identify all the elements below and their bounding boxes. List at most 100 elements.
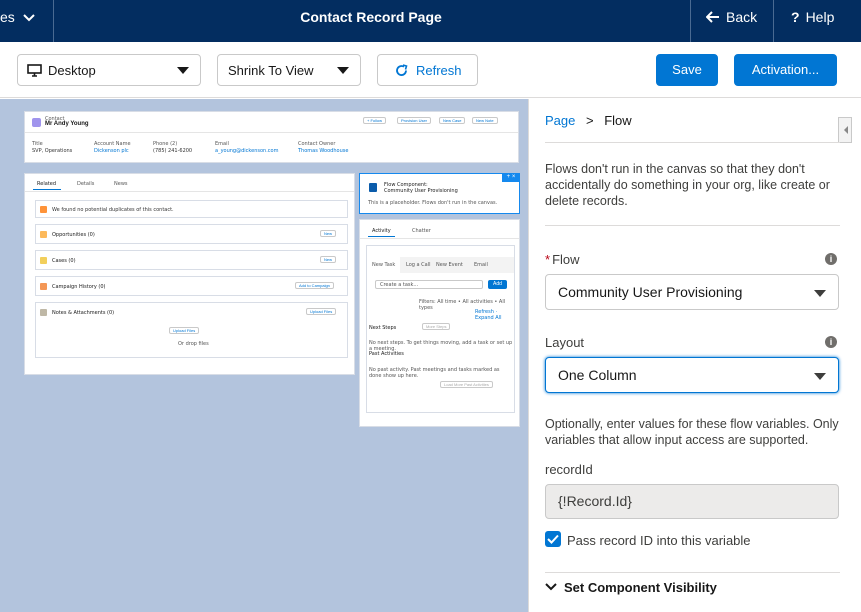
related-list-campaign-history[interactable]: Campaign History (0) Add to Campaign xyxy=(35,276,348,296)
next-steps-heading: Next Steps xyxy=(369,325,397,331)
component-actions-icon[interactable]: + × xyxy=(502,173,520,182)
more-steps-button[interactable]: More Steps xyxy=(422,323,451,330)
field-owner-value[interactable]: Thomas Woodhouse xyxy=(298,148,348,154)
related-list-title: Opportunities (0) xyxy=(52,232,95,238)
tab-news[interactable]: News xyxy=(114,181,128,187)
activation-button[interactable]: Activation... xyxy=(734,54,837,86)
duplicates-card: We found no potential duplicates of this… xyxy=(35,200,348,218)
question-icon: ? xyxy=(791,9,800,25)
chevron-left-icon xyxy=(844,126,848,134)
new-button[interactable]: New xyxy=(320,256,337,263)
add-to-campaign-button[interactable]: Add to Campaign xyxy=(295,282,334,289)
record-id-input[interactable]: {!Record.Id} xyxy=(545,484,839,519)
zoom-select-value: Shrink To View xyxy=(228,63,314,78)
header-divider xyxy=(690,0,691,42)
panel-divider xyxy=(545,225,840,226)
field-account-value[interactable]: Dickenson plc xyxy=(94,148,129,154)
tab-chatter[interactable]: Chatter xyxy=(412,228,431,234)
record-id-label: recordId xyxy=(545,462,593,477)
record-name: Mr Andy Young xyxy=(45,121,89,127)
arrow-left-icon xyxy=(705,11,719,23)
breadcrumb-page[interactable]: Page xyxy=(545,113,575,128)
related-tabs-card[interactable]: Related Details News We found no potenti… xyxy=(24,173,355,375)
subtab-new-event[interactable]: New Event xyxy=(436,262,463,268)
back-button[interactable]: Back xyxy=(705,9,757,25)
field-email-label: Email xyxy=(215,141,229,147)
flow-icon xyxy=(369,183,377,192)
layout-select-value: One Column xyxy=(558,367,637,383)
flow-component-card[interactable]: Flow Component: Community User Provision… xyxy=(359,173,520,214)
header-divider xyxy=(773,0,774,42)
panel-border xyxy=(528,99,529,612)
pass-record-label[interactable]: Pass record ID into this variable xyxy=(567,533,751,548)
info-icon[interactable]: i xyxy=(825,253,837,265)
flow-placeholder-note: This is a placeholder. Flows don't run i… xyxy=(368,200,498,206)
collapse-panel-handle[interactable] xyxy=(838,117,852,143)
past-activities-heading: Past Activities xyxy=(369,351,404,357)
tab-details[interactable]: Details xyxy=(77,181,94,187)
breadcrumb-current: Flow xyxy=(604,113,632,128)
header-action-new-note[interactable]: New Note xyxy=(472,117,498,124)
layout-field-label: Layout xyxy=(545,335,585,350)
refresh-button[interactable]: Refresh xyxy=(377,54,478,86)
field-phone-label: Phone (2) xyxy=(153,141,178,147)
add-task-button[interactable]: Add xyxy=(488,280,507,289)
subtab-email[interactable]: Email xyxy=(474,262,488,268)
activity-card[interactable]: Activity Chatter New Task Log a Call New… xyxy=(359,219,520,427)
help-button[interactable]: ? Help xyxy=(791,9,834,25)
attachment-icon xyxy=(40,309,47,316)
field-email-value[interactable]: a_young@dickenson.com xyxy=(215,148,278,154)
panel-divider xyxy=(545,572,840,573)
component-visibility-toggle[interactable]: Set Component Visibility xyxy=(545,580,717,595)
related-list-notes-attachments[interactable]: Notes & Attachments (0) Upload Files Upl… xyxy=(35,302,348,358)
subtab-log-call[interactable]: Log a Call xyxy=(406,262,431,268)
pass-record-checkbox[interactable] xyxy=(545,531,561,547)
flow-label-text: Flow xyxy=(552,252,580,267)
opportunity-icon xyxy=(40,231,47,238)
related-list-cases[interactable]: Cases (0) New xyxy=(35,250,348,270)
flow-select[interactable]: Community User Provisioning xyxy=(545,274,839,310)
active-tab-indicator xyxy=(368,236,395,237)
warning-icon xyxy=(40,206,47,213)
device-select[interactable]: Desktop xyxy=(17,54,201,86)
related-list-title: Cases (0) xyxy=(52,258,76,264)
caret-down-icon xyxy=(177,67,189,74)
zoom-select[interactable]: Shrink To View xyxy=(217,54,361,86)
flow-component-subtitle: Community User Provisioning xyxy=(384,188,458,194)
new-button[interactable]: New xyxy=(320,230,337,237)
header-divider xyxy=(25,132,518,133)
caret-down-icon xyxy=(814,373,826,380)
page-canvas[interactable]: Contact Mr Andy Young + Follow Provision… xyxy=(0,99,528,612)
refresh-icon xyxy=(396,64,408,76)
upload-files-drop-button[interactable]: Upload Files xyxy=(169,327,200,334)
tabs-divider xyxy=(25,191,354,192)
past-activities-note: No past activity. Past meetings and task… xyxy=(369,367,500,379)
header-action-provision[interactable]: Provision User xyxy=(397,117,432,124)
save-button[interactable]: Save xyxy=(656,54,718,86)
header-action-follow[interactable]: + Follow xyxy=(363,117,387,124)
header-action-new-case[interactable]: New Case xyxy=(439,117,466,124)
record-header-card[interactable]: Contact Mr Andy Young + Follow Provision… xyxy=(24,111,519,163)
tab-related[interactable]: Related xyxy=(37,181,56,187)
property-panel: Page > Flow Flows don't run in the canva… xyxy=(528,99,861,612)
field-account-label: Account Name xyxy=(94,141,131,147)
case-icon xyxy=(40,257,47,264)
field-owner-label: Contact Owner xyxy=(298,141,336,147)
checkmark-icon xyxy=(547,534,559,544)
device-select-value: Desktop xyxy=(48,63,96,78)
info-icon[interactable]: i xyxy=(825,336,837,348)
subtab-new-task[interactable]: New Task xyxy=(372,262,395,268)
required-mark: * xyxy=(545,252,551,267)
related-list-opportunities[interactable]: Opportunities (0) New xyxy=(35,224,348,244)
tab-activity[interactable]: Activity xyxy=(372,228,391,234)
breadcrumb-separator: > xyxy=(586,113,594,128)
load-more-button[interactable]: Load More Past Activities xyxy=(440,381,493,388)
component-visibility-label: Set Component Visibility xyxy=(564,580,717,595)
layout-select[interactable]: One Column xyxy=(545,357,839,393)
task-input[interactable]: Create a task... xyxy=(375,280,483,289)
related-list-title: Notes & Attachments (0) xyxy=(52,310,115,316)
activity-composer: New Task Log a Call New Event Email Crea… xyxy=(366,245,515,413)
refresh-expand-links[interactable]: Refresh · Expand All xyxy=(475,309,514,321)
variables-note: Optionally, enter values for these flow … xyxy=(545,417,839,447)
upload-files-button[interactable]: Upload Files xyxy=(306,308,337,315)
